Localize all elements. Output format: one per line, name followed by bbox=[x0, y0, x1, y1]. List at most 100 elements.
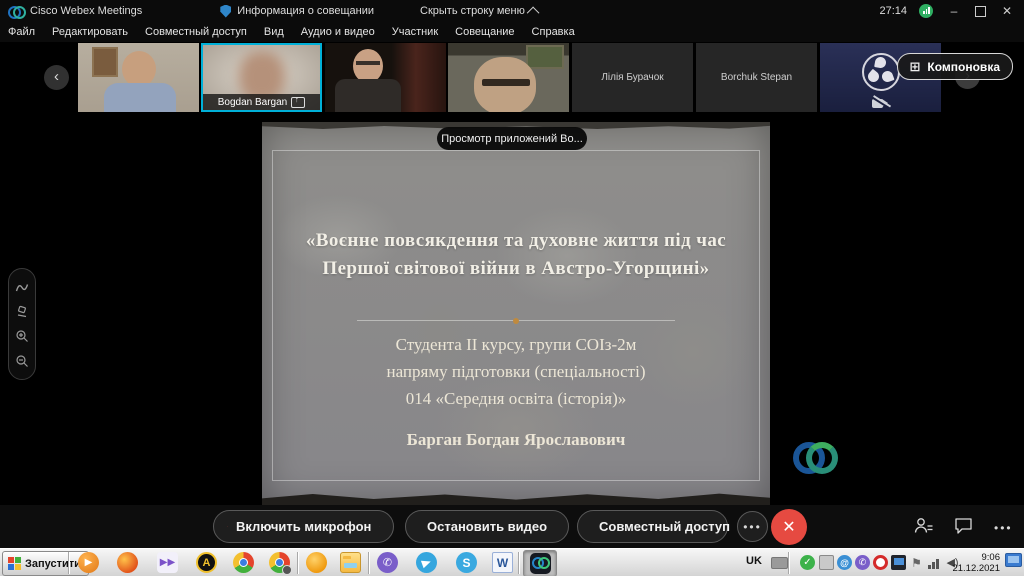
participant-video-4[interactable] bbox=[448, 43, 569, 112]
maximize-button[interactable] bbox=[975, 6, 986, 17]
layout-button-label: Компоновка bbox=[927, 60, 1000, 74]
menu-help[interactable]: Справка bbox=[532, 26, 575, 38]
slide-author: Барган Богдан Ярославович bbox=[262, 430, 770, 450]
more-options-button[interactable]: ••• bbox=[737, 511, 768, 542]
clipboard-tray-icon[interactable] bbox=[819, 555, 834, 570]
chat-panel-button[interactable] bbox=[954, 517, 973, 535]
download-manager-icon[interactable]: @ bbox=[837, 555, 852, 570]
pointer-tool-icon[interactable] bbox=[15, 305, 29, 319]
keyboard-layout-icon[interactable] bbox=[771, 557, 788, 569]
windows-logo-icon bbox=[8, 557, 21, 570]
participant-face bbox=[353, 49, 383, 83]
menu-view[interactable]: Вид bbox=[264, 26, 284, 38]
participant-video-1[interactable] bbox=[78, 43, 199, 112]
chevron-down-icon[interactable] bbox=[379, 523, 380, 530]
layout-button[interactable]: ⊞ Компоновка bbox=[897, 53, 1014, 80]
firefox-icon[interactable] bbox=[117, 552, 138, 573]
file-manager-icon[interactable] bbox=[340, 552, 361, 573]
video-thumbnail-strip: ‹ Bogdan Bargan Лілія Бурачок bbox=[0, 42, 1024, 115]
app-title-group: Cisco Webex Meetings bbox=[0, 5, 142, 17]
webex-watermark-icon bbox=[793, 438, 833, 472]
chrome-icon[interactable] bbox=[233, 552, 254, 573]
meeting-info-shield-icon bbox=[220, 5, 231, 18]
viber-tray-icon[interactable]: ✆ bbox=[855, 555, 870, 570]
orange-app-icon[interactable] bbox=[306, 552, 327, 573]
antivirus-ok-icon[interactable]: ✓ bbox=[800, 555, 815, 570]
meeting-info-button[interactable]: Информация о совещании bbox=[237, 5, 374, 17]
telegram-icon[interactable] bbox=[416, 552, 437, 573]
start-button[interactable]: Запустити bbox=[2, 551, 89, 576]
close-x-icon: ✕ bbox=[782, 517, 795, 537]
stop-video-button[interactable]: Остановить видео bbox=[405, 510, 569, 543]
wall-picture bbox=[92, 47, 118, 77]
camera-off-icon bbox=[872, 97, 890, 110]
menu-file[interactable]: Файл bbox=[8, 26, 35, 38]
hide-menu-label: Скрыть строку меню bbox=[420, 5, 525, 17]
shared-app-banner[interactable]: Просмотр приложений Во... bbox=[437, 127, 587, 150]
menu-edit[interactable]: Редактировать bbox=[52, 26, 128, 38]
title-bar: Cisco Webex Meetings Информация о совеща… bbox=[0, 0, 1024, 22]
menu-audio-video[interactable]: Аудио и видео bbox=[301, 26, 375, 38]
word-icon[interactable]: W bbox=[492, 552, 513, 573]
minimize-button[interactable]: – bbox=[945, 4, 963, 18]
aimp-icon[interactable]: A bbox=[196, 552, 217, 573]
participant-name-label: Bogdan Bargan bbox=[203, 94, 320, 110]
close-button[interactable]: ✕ bbox=[998, 4, 1016, 18]
unmute-mic-label: Включить микрофон bbox=[236, 519, 371, 534]
taskbar-clock[interactable]: 9:06 21.12.2021 bbox=[952, 552, 1000, 574]
more-panels-button[interactable]: ••• bbox=[994, 519, 1013, 537]
menu-participant[interactable]: Участник bbox=[392, 26, 438, 38]
webex-app-icon bbox=[530, 553, 551, 574]
mic-muted-icon bbox=[227, 519, 228, 534]
share-content-label: Совместный доступ bbox=[599, 519, 730, 534]
unmute-mic-button[interactable]: Включить микрофон bbox=[213, 510, 394, 543]
slide-body-line3: 014 «Середня освіта (історія)» bbox=[262, 389, 770, 409]
participant-video-bogdan-active-speaker[interactable]: Bogdan Bargan bbox=[201, 43, 322, 112]
participant-glasses bbox=[482, 79, 530, 86]
grid-layout-icon: ⊞ bbox=[910, 59, 921, 75]
slide-torn-edge-bottom bbox=[262, 493, 770, 505]
share-content-button[interactable]: Совместный доступ bbox=[577, 510, 728, 543]
hide-menu-button[interactable]: Скрыть строку меню bbox=[420, 5, 539, 17]
participant-name: Borchuk Stepan bbox=[696, 43, 817, 112]
show-desktop-button[interactable] bbox=[1005, 553, 1022, 567]
obs-logo-icon bbox=[862, 53, 900, 91]
slide-title-line1: «Воєнне повсякдення та духовне життя під… bbox=[262, 230, 770, 252]
viber-icon[interactable]: ✆ bbox=[377, 552, 398, 573]
zoom-out-icon[interactable] bbox=[15, 354, 29, 368]
participant-body bbox=[104, 83, 176, 112]
opera-tray-icon[interactable] bbox=[873, 555, 888, 570]
participant-name: Bogdan Bargan bbox=[218, 97, 288, 108]
kmplayer-icon[interactable]: ▶▶ bbox=[157, 552, 178, 573]
wall-picture bbox=[526, 45, 564, 69]
participant-tile-lilia[interactable]: Лілія Бурачок bbox=[572, 43, 693, 112]
participants-panel-button[interactable] bbox=[914, 517, 934, 535]
stop-video-label: Остановить видео bbox=[427, 519, 547, 534]
scroll-left-button[interactable]: ‹ bbox=[44, 65, 69, 90]
participant-name: Лілія Бурачок bbox=[572, 43, 693, 112]
divider-dot bbox=[513, 318, 519, 324]
media-player-icon[interactable]: ▶ bbox=[78, 552, 99, 573]
menu-share[interactable]: Совместный доступ bbox=[145, 26, 247, 38]
connection-quality-icon[interactable] bbox=[919, 4, 933, 18]
slide-divider bbox=[357, 320, 675, 321]
chevron-up-icon bbox=[527, 6, 540, 19]
webex-taskbar-button-active[interactable] bbox=[523, 550, 557, 576]
zoom-in-icon[interactable] bbox=[15, 329, 29, 343]
webex-logo-icon bbox=[8, 6, 24, 17]
start-button-label: Запустити bbox=[25, 558, 81, 570]
annotation-toolbar bbox=[8, 268, 36, 380]
network-signal-icon[interactable] bbox=[927, 555, 942, 570]
annotate-pen-icon[interactable] bbox=[15, 280, 29, 294]
action-center-flag-icon[interactable]: ⚑ bbox=[909, 555, 924, 570]
chrome-profile-icon[interactable] bbox=[269, 552, 290, 573]
skype-icon[interactable]: S bbox=[456, 552, 477, 573]
participant-tile-borchuk[interactable]: Borchuk Stepan bbox=[696, 43, 817, 112]
display-settings-icon[interactable] bbox=[891, 555, 906, 570]
leave-meeting-button[interactable]: ✕ bbox=[771, 509, 807, 545]
menu-meeting[interactable]: Совещание bbox=[455, 26, 514, 38]
webex-meeting-window: Cisco Webex Meetings Информация о совеща… bbox=[0, 0, 1024, 576]
presentation-slide: «Воєнне повсякдення та духовне життя під… bbox=[262, 122, 770, 505]
participant-video-3[interactable] bbox=[325, 43, 446, 112]
language-indicator[interactable]: UK bbox=[746, 555, 762, 567]
